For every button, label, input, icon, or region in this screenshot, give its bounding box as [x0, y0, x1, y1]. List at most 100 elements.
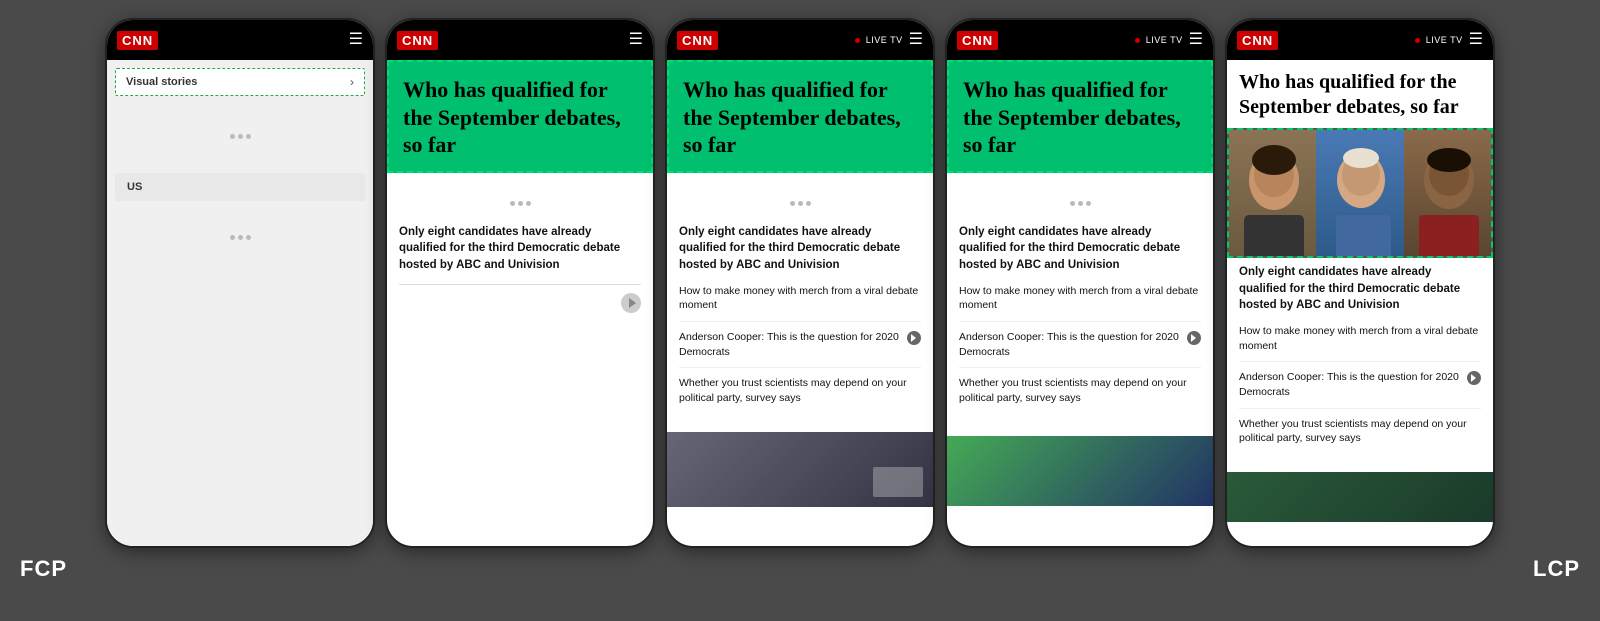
phone-2: CNN ☰ Who has qualified for the Septembe… — [385, 18, 655, 548]
content-placeholder-4 — [959, 183, 1201, 224]
metric-labels-row: FCP LCP — [0, 548, 1600, 582]
article-body-2: Only eight candidates have already quali… — [387, 173, 653, 329]
chevron-right-icon: › — [350, 75, 354, 89]
bottom-image-4 — [947, 436, 1213, 506]
headline-text-5: Who has qualified for the September deba… — [1239, 70, 1481, 120]
hamburger-icon-1[interactable]: ☰ — [349, 32, 363, 48]
main-article-2[interactable]: Only eight candidates have already quali… — [399, 224, 641, 274]
placeholder-dot-1 — [510, 201, 515, 206]
ph-dot-3 — [806, 201, 811, 206]
phone2-content: Who has qualified for the September deba… — [387, 60, 653, 546]
live-tv-text-3: LIVE TV — [866, 35, 903, 45]
cnn-logo-3: CNN — [677, 31, 718, 50]
link-3-2-text: Anderson Cooper: This is the question fo… — [679, 330, 903, 359]
hamburger-icon-4[interactable]: ☰ — [1189, 32, 1203, 48]
loading-dots-2 — [107, 205, 373, 270]
main-article-3[interactable]: Only eight candidates have already quali… — [679, 224, 921, 274]
phone3-content: Who has qualified for the September deba… — [667, 60, 933, 546]
hamburger-icon-3[interactable]: ☰ — [909, 32, 923, 48]
cnn-header-2: CNN ☰ — [387, 20, 653, 60]
cnn-logo-2: CNN — [397, 31, 438, 50]
link-5-3-text: Whether you trust scientists may depend … — [1239, 417, 1481, 446]
secondary-links-4: How to make money with merch from a vira… — [959, 284, 1201, 414]
face-kamala — [1229, 130, 1316, 256]
loading-dots-1 — [107, 104, 373, 169]
headline-text-2: Who has qualified for the September deba… — [403, 76, 637, 159]
visual-stories-label: Visual stories — [126, 76, 197, 88]
main-article-4[interactable]: Only eight candidates have already quali… — [959, 224, 1201, 274]
cnn-header-4: CNN LIVE TV ☰ — [947, 20, 1213, 60]
link-4-1-text: How to make money with merch from a vira… — [959, 284, 1201, 313]
lcp-label: LCP — [1533, 556, 1580, 582]
phone-wrapper-3: CNN LIVE TV ☰ Who has qualified for the … — [665, 18, 935, 548]
play-icon-4 — [1187, 331, 1201, 345]
phone-3: CNN LIVE TV ☰ Who has qualified for the … — [665, 18, 935, 548]
cnn-header-1: CNN ☰ — [107, 20, 373, 60]
header-right-5: LIVE TV ☰ — [1415, 32, 1483, 48]
link-4-3[interactable]: Whether you trust scientists may depend … — [959, 376, 1201, 413]
fcp-label: FCP — [20, 556, 67, 582]
divider-2 — [399, 284, 641, 285]
article-body-5: Only eight candidates have already quali… — [1227, 258, 1493, 468]
headline-wrapper-5: Who has qualified for the September deba… — [1227, 60, 1493, 128]
ph2-dot-1 — [1070, 201, 1075, 206]
play-icon-3 — [907, 331, 921, 345]
biden-silhouette — [1316, 130, 1403, 256]
live-tv-text-4: LIVE TV — [1146, 35, 1183, 45]
us-section-label: US — [115, 173, 365, 201]
link-3-2[interactable]: Anderson Cooper: This is the question fo… — [679, 330, 921, 368]
phone4-content: Who has qualified for the September deba… — [947, 60, 1213, 546]
hamburger-icon-2[interactable]: ☰ — [629, 32, 643, 48]
secondary-links-5: How to make money with merch from a vira… — [1239, 324, 1481, 454]
phone-wrapper-5: CNN LIVE TV ☰ Who has qualified for the … — [1225, 18, 1495, 548]
article-body-3: Only eight candidates have already quali… — [667, 173, 933, 432]
headline-block-4: Who has qualified for the September deba… — [947, 60, 1213, 173]
live-tv-text-5: LIVE TV — [1426, 35, 1463, 45]
link-3-3[interactable]: Whether you trust scientists may depend … — [679, 376, 921, 413]
dot-4 — [230, 235, 235, 240]
phone-4: CNN LIVE TV ☰ Who has qualified for the … — [945, 18, 1215, 548]
cnn-logo-1: CNN — [117, 31, 158, 50]
live-dot-4 — [1135, 38, 1140, 43]
ph-dot-1 — [790, 201, 795, 206]
link-4-2[interactable]: Anderson Cooper: This is the question fo… — [959, 330, 1201, 368]
cnn-logo-5: CNN — [1237, 31, 1278, 50]
link-5-1[interactable]: How to make money with merch from a vira… — [1239, 324, 1481, 362]
kamala-silhouette — [1229, 130, 1316, 256]
link-5-3[interactable]: Whether you trust scientists may depend … — [1239, 417, 1481, 454]
link-5-2-text: Anderson Cooper: This is the question fo… — [1239, 370, 1463, 399]
link-4-1[interactable]: How to make money with merch from a vira… — [959, 284, 1201, 322]
link-5-2[interactable]: Anderson Cooper: This is the question fo… — [1239, 370, 1481, 408]
dot-2 — [238, 134, 243, 139]
phones-container: CNN ☰ Visual stories › US — [0, 0, 1600, 548]
phone1-content: Visual stories › US — [107, 60, 373, 546]
phone-5: CNN LIVE TV ☰ Who has qualified for the … — [1225, 18, 1495, 548]
hamburger-icon-5[interactable]: ☰ — [1469, 32, 1483, 48]
play-button-2[interactable] — [621, 293, 641, 313]
video-thumb-3 — [667, 432, 933, 507]
phone-wrapper-4: CNN LIVE TV ☰ Who has qualified for the … — [945, 18, 1215, 548]
link-3-1[interactable]: How to make money with merch from a vira… — [679, 284, 921, 322]
ph2-dot-3 — [1086, 201, 1091, 206]
article-body-4: Only eight candidates have already quali… — [947, 173, 1213, 432]
cnn-header-5: CNN LIVE TV ☰ — [1227, 20, 1493, 60]
bottom-image-5 — [1227, 472, 1493, 522]
placeholder-dot-3 — [526, 201, 531, 206]
visual-stories-bar[interactable]: Visual stories › — [115, 68, 365, 96]
headline-text-4: Who has qualified for the September deba… — [963, 76, 1197, 159]
faces-image-5 — [1227, 128, 1493, 258]
placeholder-dot-2 — [518, 201, 523, 206]
face-cory — [1404, 130, 1491, 256]
content-placeholder-2 — [399, 183, 641, 224]
phone-1: CNN ☰ Visual stories › US — [105, 18, 375, 548]
play-icon-5 — [1467, 371, 1481, 385]
header-right-3: LIVE TV ☰ — [855, 32, 923, 48]
dot-5 — [238, 235, 243, 240]
link-3-1-text: How to make money with merch from a vira… — [679, 284, 921, 313]
main-article-5[interactable]: Only eight candidates have already quali… — [1239, 264, 1481, 314]
live-dot-5 — [1415, 38, 1420, 43]
phone-wrapper-1: CNN ☰ Visual stories › US — [105, 18, 375, 548]
ph2-dot-2 — [1078, 201, 1083, 206]
headline-block-3: Who has qualified for the September deba… — [667, 60, 933, 173]
link-4-2-text: Anderson Cooper: This is the question fo… — [959, 330, 1183, 359]
